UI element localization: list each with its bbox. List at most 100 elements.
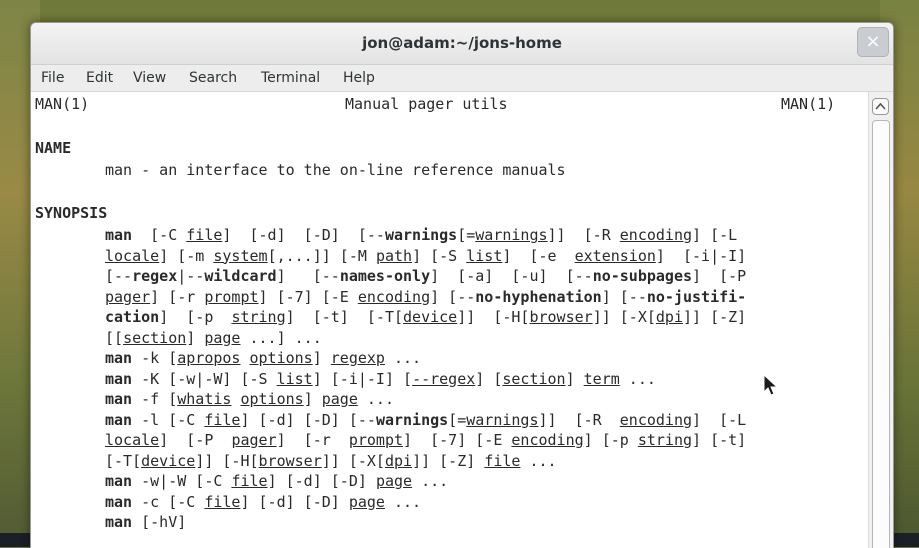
synopsis-line: [-T[device]] [-H[browser]] [-X[dpi]] [-Z… <box>105 451 557 471</box>
man-argument: pager <box>105 287 151 306</box>
synopsis-line: man -f [whatis options] page ... <box>105 389 394 409</box>
man-argument: section <box>502 369 566 388</box>
synopsis-line: [[section] page ...] ... <box>105 328 322 348</box>
man-text: ] [-i|-I] <box>655 246 747 265</box>
man-text: ]] [-X[ <box>592 308 656 326</box>
man-header-left: MAN(1) <box>35 95 90 113</box>
man-text: ] [-r <box>276 431 349 449</box>
man-text: ] [-r <box>150 287 205 306</box>
man-argument: warnings <box>466 410 539 429</box>
scroll-up-button[interactable] <box>872 98 889 115</box>
man-text: ] [-d] [-D] <box>240 492 349 511</box>
close-button[interactable]: × <box>857 27 889 57</box>
man-text: ] [-7] [-E <box>403 431 512 449</box>
man-argument: options <box>240 390 304 408</box>
menu-file[interactable]: File <box>41 70 64 86</box>
man-text: ] <box>312 349 331 367</box>
man-option: man <box>105 369 133 388</box>
man-text: ] [-- <box>430 287 476 306</box>
synopsis-line: cation] [-p string] [-t] [-T[device]] [-… <box>105 307 746 327</box>
man-text: ]] [-X[ <box>321 451 385 470</box>
man-option: regex <box>132 267 178 285</box>
man-option: no-justifi- <box>646 287 747 306</box>
man-text: [,...]] [-M <box>267 246 376 265</box>
man-text: ]] [-Z] <box>683 308 747 326</box>
man-text: ] [ <box>475 369 503 388</box>
man-option: no-subpages <box>592 267 693 285</box>
man-text: -w|-W [-C <box>132 472 232 490</box>
man-text: ... <box>619 369 656 388</box>
man-argument: encoding <box>357 287 431 306</box>
man-option: man <box>105 390 133 408</box>
window-title: jon@adam:~/jons-home <box>362 34 562 52</box>
man-argument: prompt <box>348 431 404 449</box>
man-argument: extension <box>574 246 656 265</box>
man-argument: file <box>484 451 521 470</box>
chevron-up-icon <box>875 102 886 110</box>
man-text: ] [-- <box>276 267 340 285</box>
man-option: names-only <box>339 267 431 285</box>
man-header-center: Manual pager utils <box>345 95 508 113</box>
man-argument: encoding <box>619 226 693 244</box>
synopsis-line: pager] [-r prompt] [-7] [-E encoding] [-… <box>105 287 746 307</box>
scroll-thumb[interactable] <box>872 120 890 548</box>
man-text: ] [-t] <box>692 431 747 449</box>
man-text: [-hV] <box>132 513 187 531</box>
man-text: [-C <box>132 226 187 244</box>
man-text: ]] [-H[ <box>195 451 259 470</box>
man-text: ]] [-R <box>538 410 620 429</box>
man-text: ] [-7] [-E <box>258 287 358 306</box>
man-option: warnings <box>384 226 458 244</box>
man-argument: apropos <box>177 349 241 367</box>
man-text: -c [-C <box>132 492 205 511</box>
menu-help[interactable]: Help <box>343 70 375 86</box>
man-text <box>240 349 249 367</box>
man-text: [-- <box>105 267 133 285</box>
man-option: warnings <box>375 410 449 429</box>
man-text: ] [-L <box>692 226 738 244</box>
man-argument: file <box>204 492 241 511</box>
man-text: ] [-P <box>692 267 747 285</box>
man-argument: --regex <box>412 369 476 388</box>
man-text: ] [-p <box>583 431 638 449</box>
synopsis-line: man -k [apropos options] regexp ... <box>105 348 421 368</box>
man-text: ] <box>303 390 322 408</box>
man-option: man <box>105 410 133 429</box>
man-argument: system <box>213 246 268 265</box>
menu-terminal[interactable]: Terminal <box>261 70 320 86</box>
man-argument: file <box>186 226 223 244</box>
man-text: ]] [-R <box>547 226 620 244</box>
man-argument: path <box>375 246 413 265</box>
man-argument: encoding <box>619 410 693 429</box>
man-text: ...] ... <box>240 328 322 347</box>
man-text: ... <box>520 451 557 470</box>
man-text: ] [-d] [-D] [-- <box>240 410 376 429</box>
scrollbar[interactable] <box>868 92 893 548</box>
man-text: ] [-L <box>692 410 747 429</box>
man-argument: file <box>204 410 241 429</box>
man-argument: page <box>348 492 385 511</box>
man-text: ] [-S <box>412 246 467 265</box>
man-text: ] [-i|-I] [ <box>312 369 413 388</box>
terminal-output[interactable]: MAN(1) Manual pager utils MAN(1) NAME ma… <box>31 92 867 548</box>
synopsis-line: locale] [-P pager] [-r prompt] [-7] [-E … <box>105 430 746 450</box>
man-argument: page <box>375 472 413 490</box>
menu-edit[interactable]: Edit <box>86 70 113 86</box>
menu-view[interactable]: View <box>133 70 166 86</box>
synopsis-line: locale] [-m system[,...]] [-M path] [-S … <box>105 246 746 266</box>
man-option: man <box>105 492 133 511</box>
synopsis-line: man -K [-w|-W] [-S list] [-i|-I] [--rege… <box>105 369 656 389</box>
man-text: -k [ <box>132 349 178 367</box>
man-text: ]] [-Z] <box>412 451 485 470</box>
name-heading: NAME <box>35 139 72 157</box>
man-argument: prompt <box>204 287 259 306</box>
menu-search[interactable]: Search <box>189 70 237 86</box>
man-text: -f [ <box>132 390 178 408</box>
man-text: ] [-e <box>502 246 575 265</box>
man-option: no-hyphenation <box>475 287 602 306</box>
man-text: [-T[ <box>105 451 142 470</box>
menu-bar: File Edit View Search Terminal Help <box>31 65 893 92</box>
synopsis-line: [--regex|--wildcard] [--names-only] [-a]… <box>105 266 746 286</box>
man-argument: warnings <box>475 226 548 244</box>
title-bar[interactable]: jon@adam:~/jons-home × <box>31 23 893 65</box>
